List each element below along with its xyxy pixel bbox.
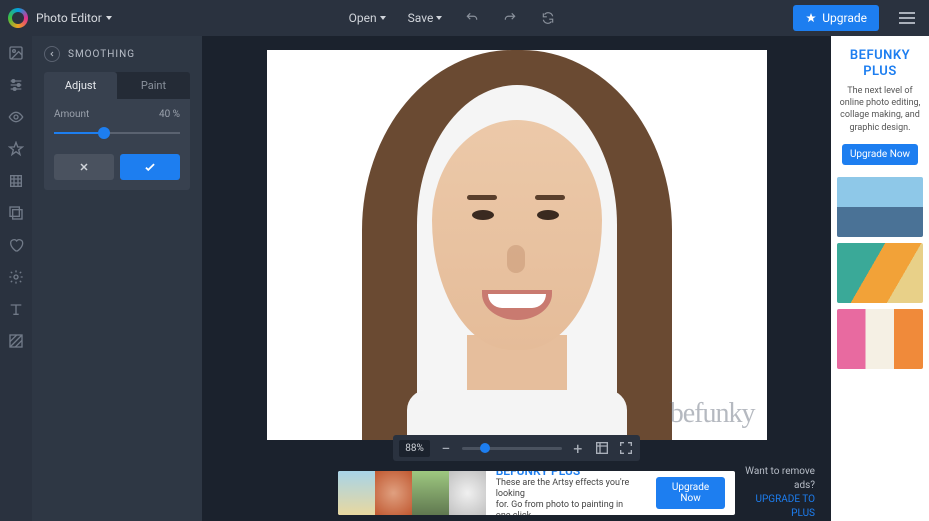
bottom-strip: BEFUNKY PLUS These are the Artsy effects…	[202, 465, 831, 521]
hamburger-menu-icon[interactable]	[893, 4, 921, 32]
tool-rail	[0, 36, 32, 521]
upgrade-to-plus-link[interactable]: UPGRADE TO PLUS	[735, 493, 815, 521]
controls-box: Amount 40 %	[44, 99, 190, 190]
open-menu[interactable]: Open	[349, 11, 386, 25]
ad-desc-line2: for. Go from photo to painting in one cl…	[496, 500, 637, 515]
top-bar: Photo Editor Open Save Upgrade	[0, 0, 929, 36]
canvas-area: befunky 88% − + BEFUNKY PLUS These are t…	[202, 36, 831, 521]
ad-thumb	[375, 471, 412, 515]
zoom-out-button[interactable]: −	[438, 440, 454, 456]
overlay-tool-icon[interactable]	[7, 204, 25, 222]
ad-title: BEFUNKY PLUS	[496, 471, 637, 478]
photo-canvas[interactable]: befunky	[267, 50, 767, 440]
zoom-in-button[interactable]: +	[570, 440, 586, 456]
zoom-toolbar: 88% − +	[393, 435, 640, 461]
sidebar-ad-thumb[interactable]	[837, 243, 923, 303]
save-menu[interactable]: Save	[408, 11, 443, 25]
ad-upgrade-button[interactable]: Upgrade Now	[656, 477, 724, 509]
properties-panel: SMOOTHING Adjust Paint Amount 40 %	[32, 36, 202, 521]
arrow-left-icon	[48, 50, 56, 58]
upgrade-label: Upgrade	[822, 11, 867, 25]
amount-slider[interactable]	[54, 126, 180, 140]
fullscreen-icon[interactable]	[618, 440, 634, 456]
check-icon	[143, 160, 157, 174]
sidebar-ad-thumb[interactable]	[837, 309, 923, 369]
watermark: befunky	[670, 398, 755, 430]
save-label: Save	[408, 11, 434, 25]
sidebar-upgrade-button[interactable]: Upgrade Now	[842, 144, 918, 165]
ad-thumb	[449, 471, 486, 515]
app-title-label: Photo Editor	[36, 11, 102, 25]
zoom-slider-thumb[interactable]	[480, 443, 490, 453]
ad-text: BEFUNKY PLUS These are the Artsy effects…	[486, 471, 647, 515]
logo-icon	[8, 8, 28, 28]
ad-thumb	[412, 471, 449, 515]
amount-row: Amount 40 %	[54, 109, 180, 120]
panel-header: SMOOTHING	[44, 46, 190, 62]
bottom-ad: BEFUNKY PLUS These are the Artsy effects…	[338, 471, 735, 515]
fit-screen-icon[interactable]	[594, 440, 610, 456]
cancel-button[interactable]	[54, 154, 114, 180]
text-tool-icon[interactable]	[7, 300, 25, 318]
chevron-down-icon	[380, 16, 386, 20]
gear-tool-icon[interactable]	[7, 268, 25, 286]
panel-title: SMOOTHING	[68, 49, 135, 60]
chevron-down-icon	[436, 16, 442, 20]
star-icon	[805, 12, 817, 24]
frame-tool-icon[interactable]	[7, 172, 25, 190]
slider-thumb[interactable]	[98, 127, 110, 139]
main-row: SMOOTHING Adjust Paint Amount 40 %	[0, 36, 929, 521]
adjust-tool-icon[interactable]	[7, 76, 25, 94]
zoom-label: 88%	[399, 440, 430, 457]
remove-ads-question: Want to remove ads?	[735, 465, 815, 493]
slider-fill	[54, 132, 104, 134]
tab-adjust[interactable]: Adjust	[44, 72, 117, 99]
image-tool-icon[interactable]	[7, 44, 25, 62]
sidebar-ad-desc: The next level of online photo editing, …	[837, 85, 923, 134]
sidebar-ad-thumb[interactable]	[837, 177, 923, 237]
upgrade-button[interactable]: Upgrade	[793, 5, 879, 31]
tab-paint[interactable]: Paint	[117, 72, 190, 99]
undo-icon[interactable]	[464, 10, 480, 26]
ad-thumb	[338, 471, 375, 515]
slider-track	[54, 132, 180, 134]
sidebar-ad: BEFUNKY PLUS The next level of online ph…	[831, 36, 929, 521]
ad-desc-line1: These are the Artsy effects you're looki…	[496, 478, 637, 500]
open-label: Open	[349, 11, 377, 25]
eye-tool-icon[interactable]	[7, 108, 25, 126]
close-icon	[78, 161, 90, 173]
heart-tool-icon[interactable]	[7, 236, 25, 254]
amount-label: Amount	[54, 109, 89, 120]
remove-ads: Want to remove ads? UPGRADE TO PLUS	[735, 465, 815, 521]
back-button[interactable]	[44, 46, 60, 62]
topbar-center: Open Save	[120, 10, 785, 26]
texture-tool-icon[interactable]	[7, 332, 25, 350]
chevron-down-icon	[106, 16, 112, 20]
apply-button[interactable]	[120, 154, 180, 180]
app-title-dropdown[interactable]: Photo Editor	[36, 11, 112, 25]
reset-icon[interactable]	[540, 10, 556, 26]
action-buttons	[54, 154, 180, 180]
star-tool-icon[interactable]	[7, 140, 25, 158]
panel-tabs: Adjust Paint	[44, 72, 190, 99]
redo-icon[interactable]	[502, 10, 518, 26]
amount-value: 40 %	[159, 109, 180, 120]
sidebar-ad-title: BEFUNKY PLUS	[837, 48, 923, 79]
zoom-slider[interactable]	[462, 447, 562, 450]
